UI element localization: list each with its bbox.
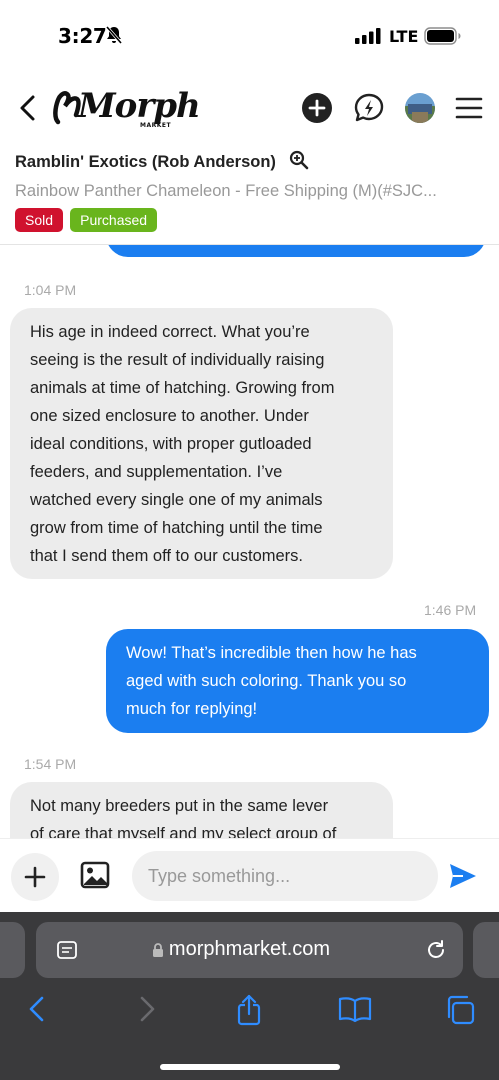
attach-button[interactable] <box>11 853 59 901</box>
message-input[interactable] <box>132 851 438 901</box>
logo-text: Morph <box>78 86 201 126</box>
messages-button[interactable] <box>353 92 385 124</box>
message-line: watched every single one of my animals <box>30 491 323 509</box>
send-button[interactable] <box>448 861 478 895</box>
tabs-icon <box>447 995 475 1025</box>
listing-title[interactable]: Rainbow Panther Chameleon - Free Shippin… <box>15 182 484 201</box>
message-line: of care that myself and my select group … <box>30 825 337 838</box>
message-bubble-outgoing-partial <box>106 245 486 257</box>
message-bubble-incoming: His age in indeed correct. What you’re s… <box>10 308 393 579</box>
message-line: grow from time of hatching until the tim… <box>30 519 323 537</box>
message-composer <box>0 838 499 912</box>
browser-forward-button[interactable] <box>134 994 158 1028</box>
address-bar[interactable]: morphmarket.com <box>36 922 463 978</box>
send-icon <box>450 864 476 888</box>
status-time: 3:27 <box>58 24 107 48</box>
bookmarks-button[interactable] <box>338 994 372 1028</box>
message-list[interactable]: 1:04 PM His age in indeed correct. What … <box>0 245 499 838</box>
logo-subtext: MARKET <box>140 122 172 129</box>
user-avatar[interactable] <box>404 92 436 124</box>
reload-icon[interactable] <box>424 938 448 966</box>
back-button[interactable] <box>14 92 42 124</box>
previous-tab-preview[interactable] <box>0 922 25 978</box>
hamburger-menu-icon <box>455 97 483 119</box>
avatar-photo-icon <box>405 93 435 123</box>
message-timestamp: 1:54 PM <box>24 756 77 772</box>
home-indicator[interactable] <box>160 1064 340 1070</box>
signal-icon <box>355 28 381 48</box>
app-header: Morph MARKET <box>0 80 499 136</box>
message-bubble-incoming: Not many breeders put in the same lever … <box>10 782 393 838</box>
sold-badge: Sold <box>15 208 64 232</box>
message-line: that I send them off to our customers. <box>30 547 303 565</box>
browser-toolbar: morphmarket.com <box>0 912 499 1080</box>
seller-name[interactable]: Ramblin' Exotics (Rob Anderson) <box>15 153 276 172</box>
message-line: Not many breeders put in the same lever <box>30 797 329 815</box>
message-timestamp: 1:46 PM <box>424 602 477 618</box>
message-line: seeing is the result of individually rai… <box>30 351 325 369</box>
image-icon <box>80 861 110 889</box>
menu-button[interactable] <box>455 92 487 124</box>
add-listing-button[interactable] <box>301 92 333 124</box>
battery-icon <box>424 27 462 49</box>
plus-icon <box>24 866 46 888</box>
status-bar: 3:27 LTE <box>0 0 499 70</box>
message-line: one sized enclosure to another. Under <box>30 407 309 425</box>
conversation-header: Ramblin' Exotics (Rob Anderson) Rainbow … <box>15 150 484 201</box>
share-icon <box>237 994 261 1026</box>
message-line: feeders, and supplementation. I’ve <box>30 463 283 481</box>
url-text: morphmarket.com <box>168 938 331 960</box>
message-line: ideal conditions, with proper gutloaded <box>30 435 312 453</box>
chevron-left-icon <box>29 996 44 1022</box>
zoom-in-icon[interactable] <box>289 150 309 174</box>
purchased-badge: Purchased <box>70 208 158 232</box>
message-line: aged with such coloring. Thank you so <box>126 672 407 690</box>
book-icon <box>338 997 372 1023</box>
browser-back-button[interactable] <box>26 994 50 1028</box>
next-tab-preview[interactable] <box>473 922 499 978</box>
status-badges: Sold Purchased <box>15 208 159 232</box>
message-timestamp: 1:04 PM <box>24 282 77 298</box>
message-line: much for replying! <box>126 700 258 718</box>
message-line: animals at time of hatching. Growing fro… <box>30 379 335 397</box>
plus-circle-icon <box>302 93 332 123</box>
morphmarket-logo[interactable]: Morph MARKET <box>52 86 201 132</box>
network-label: LTE <box>389 27 419 46</box>
chat-lightning-icon <box>354 93 384 122</box>
message-bubble-outgoing: Wow! That’s incredible then how he has a… <box>106 629 489 733</box>
bell-muted-icon <box>105 26 123 48</box>
image-upload-button[interactable] <box>80 861 110 893</box>
message-line: Wow! That’s incredible then how he has <box>126 644 417 662</box>
share-button[interactable] <box>235 994 263 1030</box>
chevron-left-icon <box>20 95 35 121</box>
tabs-button[interactable] <box>444 994 476 1030</box>
chevron-right-icon <box>140 996 155 1022</box>
message-line: His age in indeed correct. What you’re <box>30 323 310 341</box>
